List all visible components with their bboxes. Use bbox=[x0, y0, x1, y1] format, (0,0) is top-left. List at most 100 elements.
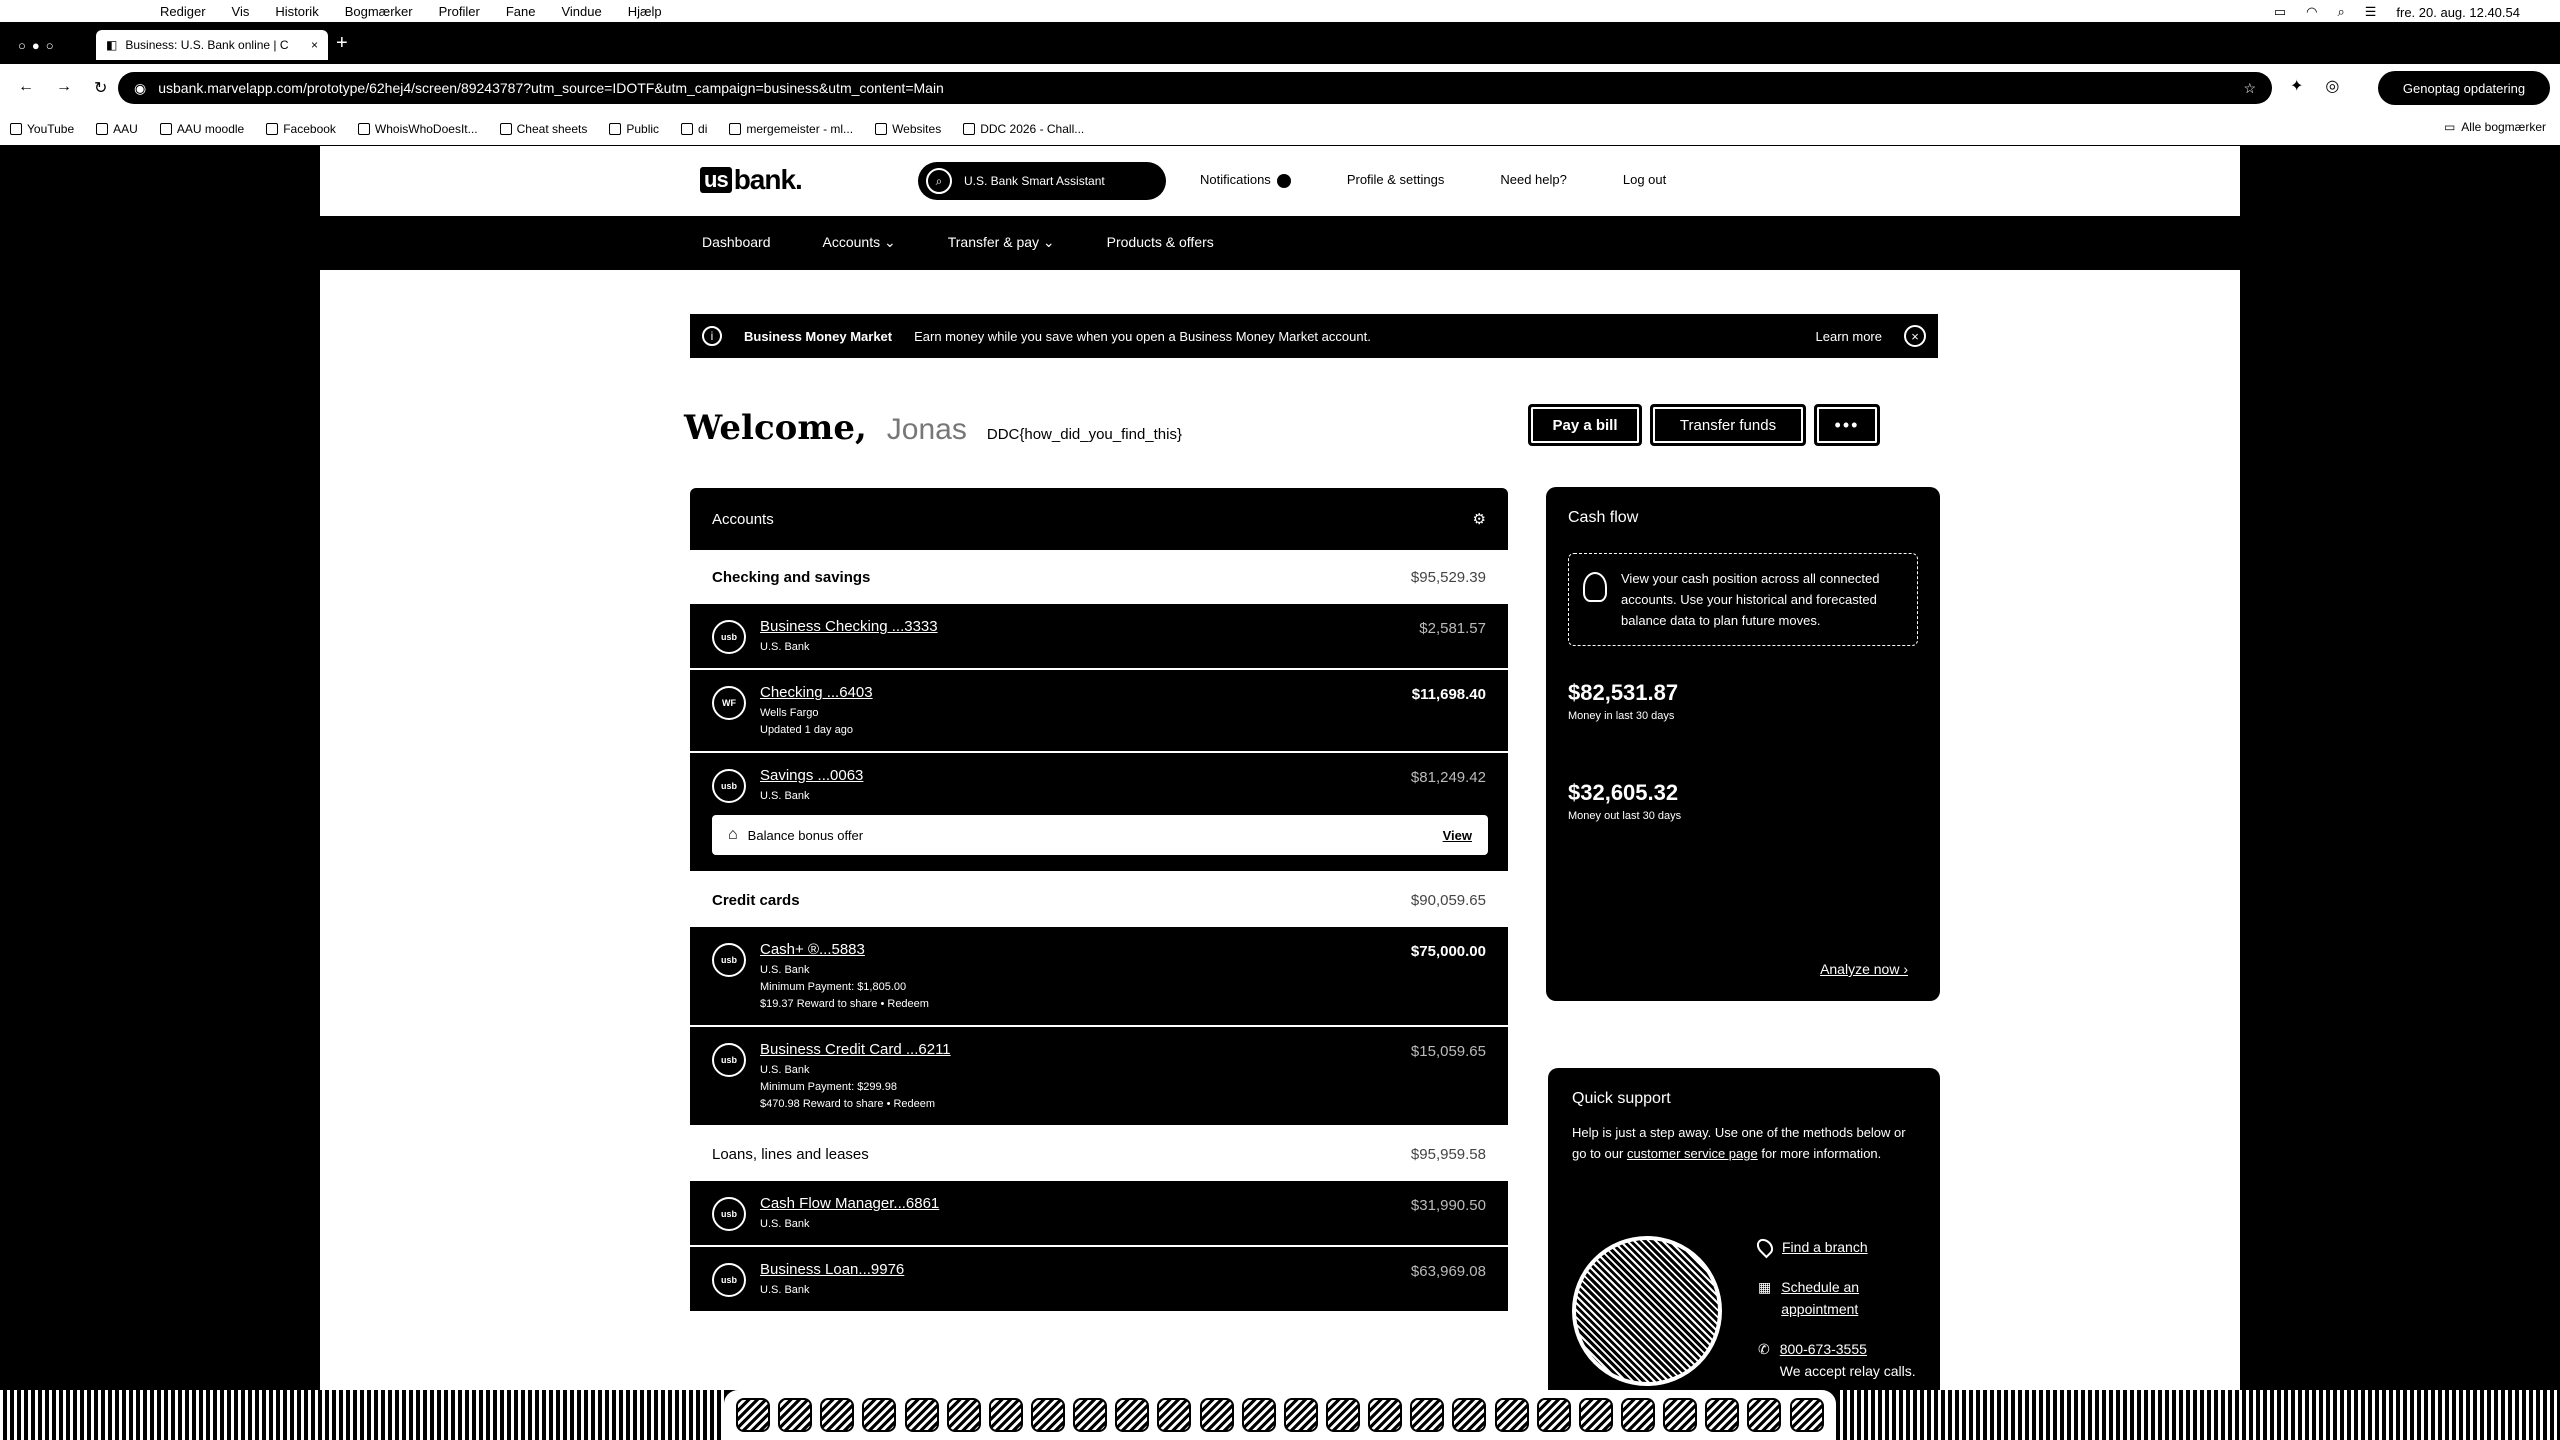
bookmark-item[interactable]: mergemeister - ml... bbox=[729, 122, 853, 136]
update-button[interactable]: Genoptag opdatering bbox=[2378, 71, 2550, 105]
control-center-icon[interactable]: ☰ bbox=[2365, 4, 2377, 20]
bookmark-star-icon[interactable]: ☆ bbox=[2243, 80, 2256, 97]
bookmark-item[interactable]: WhoisWhoDoesIt... bbox=[357, 122, 478, 136]
profile-icon[interactable]: ◎ bbox=[2325, 76, 2339, 96]
reward-redeem[interactable]: $470.98 Reward to share • Redeem bbox=[760, 1096, 1486, 1113]
settings-icon[interactable] bbox=[1199, 1398, 1234, 1432]
bookmark-folder[interactable]: Websites bbox=[875, 122, 941, 136]
account-name[interactable]: Business Loan...9976 bbox=[760, 1261, 1486, 1278]
schedule-appointment-link[interactable]: Schedule an appointment bbox=[1781, 1276, 1940, 1320]
maps-icon[interactable] bbox=[946, 1398, 981, 1432]
menu-item[interactable]: Profiler bbox=[439, 4, 480, 19]
gear-icon[interactable]: ⚙ bbox=[1473, 510, 1486, 528]
downloads-icon[interactable] bbox=[1747, 1398, 1782, 1432]
menu-item[interactable]: Rediger bbox=[160, 4, 206, 19]
menu-item[interactable]: Vindue bbox=[561, 4, 601, 19]
discord-icon[interactable] bbox=[1410, 1398, 1445, 1432]
analyze-now-link[interactable]: Analyze now › bbox=[1820, 961, 1908, 977]
calendar-icon[interactable] bbox=[1031, 1398, 1066, 1432]
browser-tab[interactable]: ◧ Business: U.S. Bank online | C × bbox=[96, 30, 328, 60]
account-row[interactable]: usb Cash Flow Manager...6861 U.S. Bank $… bbox=[690, 1181, 1508, 1247]
menu-item[interactable]: Vis bbox=[232, 4, 250, 19]
find-branch-row[interactable]: Find a branch bbox=[1753, 1235, 1940, 1259]
account-name[interactable]: Savings ...0063 bbox=[760, 767, 1486, 784]
nav-accounts[interactable]: Accounts ⌄ bbox=[823, 234, 896, 251]
bookmark-folder[interactable]: Public bbox=[609, 122, 659, 136]
smart-assistant-search[interactable]: ⌕ U.S. Bank Smart Assistant bbox=[918, 162, 1166, 200]
site-info-icon[interactable]: ◉ bbox=[134, 80, 146, 97]
preview-icon[interactable] bbox=[1494, 1398, 1529, 1432]
phone-row[interactable]: ✆ 800-673-3555 We accept relay calls. bbox=[1758, 1338, 1940, 1382]
close-icon[interactable]: × bbox=[1904, 325, 1926, 347]
bookmark-item[interactable]: Facebook bbox=[266, 122, 336, 136]
menu-item[interactable]: Hjælp bbox=[628, 4, 662, 19]
wifi-icon[interactable]: ◠ bbox=[2306, 4, 2317, 20]
chrome-icon[interactable] bbox=[1241, 1398, 1276, 1432]
reload-icon[interactable]: ↻ bbox=[94, 78, 107, 98]
slack-icon[interactable] bbox=[1368, 1398, 1403, 1432]
more-actions-button[interactable]: ••• bbox=[1814, 404, 1880, 446]
excel-icon[interactable] bbox=[1578, 1398, 1613, 1432]
account-row[interactable]: usb Business Checking ...3333 U.S. Bank … bbox=[690, 604, 1508, 670]
search-icon[interactable]: ⌕ bbox=[2337, 4, 2344, 20]
account-name[interactable]: Checking ...6403 bbox=[760, 684, 1486, 701]
account-name[interactable]: Cash Flow Manager...6861 bbox=[760, 1195, 1486, 1212]
bookmark-item[interactable]: YouTube bbox=[10, 122, 74, 136]
account-row[interactable]: usb Cash+ ®...5883 U.S. Bank Minimum Pay… bbox=[690, 927, 1508, 1027]
menu-item[interactable]: Bogmærker bbox=[345, 4, 413, 19]
menu-clock[interactable]: fre. 20. aug. 12.40.54 bbox=[2396, 5, 2520, 20]
photos-icon[interactable] bbox=[988, 1398, 1023, 1432]
safari-icon[interactable] bbox=[820, 1398, 855, 1432]
finder-icon[interactable] bbox=[736, 1398, 771, 1432]
zoom-icon[interactable] bbox=[1663, 1398, 1698, 1432]
account-row[interactable]: WF Checking ...6403 Wells Fargo Updated … bbox=[690, 670, 1508, 753]
back-icon[interactable]: ← bbox=[18, 78, 34, 98]
new-tab-icon[interactable]: + bbox=[336, 32, 348, 55]
menu-item[interactable]: Historik bbox=[275, 4, 318, 19]
vscode-icon[interactable] bbox=[1326, 1398, 1361, 1432]
terminal-icon[interactable] bbox=[1283, 1398, 1318, 1432]
messages-icon[interactable] bbox=[904, 1398, 939, 1432]
learn-more-link[interactable]: Learn more bbox=[1816, 329, 1882, 344]
account-name[interactable]: Cash+ ®...5883 bbox=[760, 941, 1486, 958]
pay-bill-button[interactable]: Pay a bill bbox=[1528, 404, 1642, 446]
folder-icon[interactable] bbox=[1705, 1398, 1740, 1432]
bookmark-folder[interactable]: Cheat sheets bbox=[499, 122, 587, 136]
reward-redeem[interactable]: $19.37 Reward to share • Redeem bbox=[760, 996, 1486, 1013]
profile-settings-link[interactable]: Profile & settings bbox=[1347, 172, 1445, 187]
logout-link[interactable]: Log out bbox=[1623, 172, 1666, 187]
account-row[interactable]: usb Business Credit Card ...6211 U.S. Ba… bbox=[690, 1027, 1508, 1127]
notes-icon[interactable] bbox=[1073, 1398, 1108, 1432]
window-controls[interactable]: ○●○ bbox=[18, 38, 60, 53]
close-tab-icon[interactable]: × bbox=[311, 38, 318, 52]
all-bookmarks[interactable]: ▭ Alle bogmærker bbox=[2444, 120, 2546, 134]
menu-item[interactable]: Fane bbox=[506, 4, 536, 19]
phone-link[interactable]: 800-673-3555 bbox=[1780, 1341, 1867, 1357]
bookmark-item[interactable]: AAU bbox=[96, 122, 138, 136]
usbank-logo[interactable]: us bank. bbox=[700, 164, 803, 196]
extensions-icon[interactable]: ✦ bbox=[2290, 76, 2303, 96]
nav-dashboard[interactable]: Dashboard bbox=[702, 234, 771, 251]
trash-icon[interactable] bbox=[1789, 1398, 1824, 1432]
transfer-funds-button[interactable]: Transfer funds bbox=[1650, 404, 1806, 446]
view-offer-link[interactable]: View bbox=[1443, 828, 1472, 843]
notifications-link[interactable]: Notifications bbox=[1200, 172, 1291, 188]
launchpad-icon[interactable] bbox=[778, 1398, 813, 1432]
word-icon[interactable] bbox=[1536, 1398, 1571, 1432]
account-name[interactable]: Business Credit Card ...6211 bbox=[760, 1041, 1486, 1058]
music-icon[interactable] bbox=[1115, 1398, 1150, 1432]
need-help-link[interactable]: Need help? bbox=[1500, 172, 1567, 187]
customer-service-link[interactable]: customer service page bbox=[1627, 1146, 1758, 1161]
account-name[interactable]: Business Checking ...3333 bbox=[760, 618, 1486, 635]
address-bar[interactable]: ◉ usbank.marvelapp.com/prototype/62hej4/… bbox=[118, 72, 2272, 104]
account-row[interactable]: usb Business Loan...9976 U.S. Bank $63,9… bbox=[690, 1247, 1508, 1313]
app-store-icon[interactable] bbox=[1157, 1398, 1192, 1432]
spotify-icon[interactable] bbox=[1452, 1398, 1487, 1432]
nav-transfer-pay[interactable]: Transfer & pay ⌄ bbox=[948, 234, 1055, 251]
bookmark-item[interactable]: DDC 2026 - Chall... bbox=[963, 122, 1084, 136]
appointment-row[interactable]: ▦ Schedule an appointment bbox=[1758, 1276, 1940, 1320]
mail-icon[interactable] bbox=[862, 1398, 897, 1432]
find-branch-link[interactable]: Find a branch bbox=[1782, 1236, 1868, 1258]
bookmark-folder[interactable]: di bbox=[681, 122, 707, 136]
account-row[interactable]: usb Savings ...0063 U.S. Bank $81,249.42… bbox=[690, 753, 1508, 873]
